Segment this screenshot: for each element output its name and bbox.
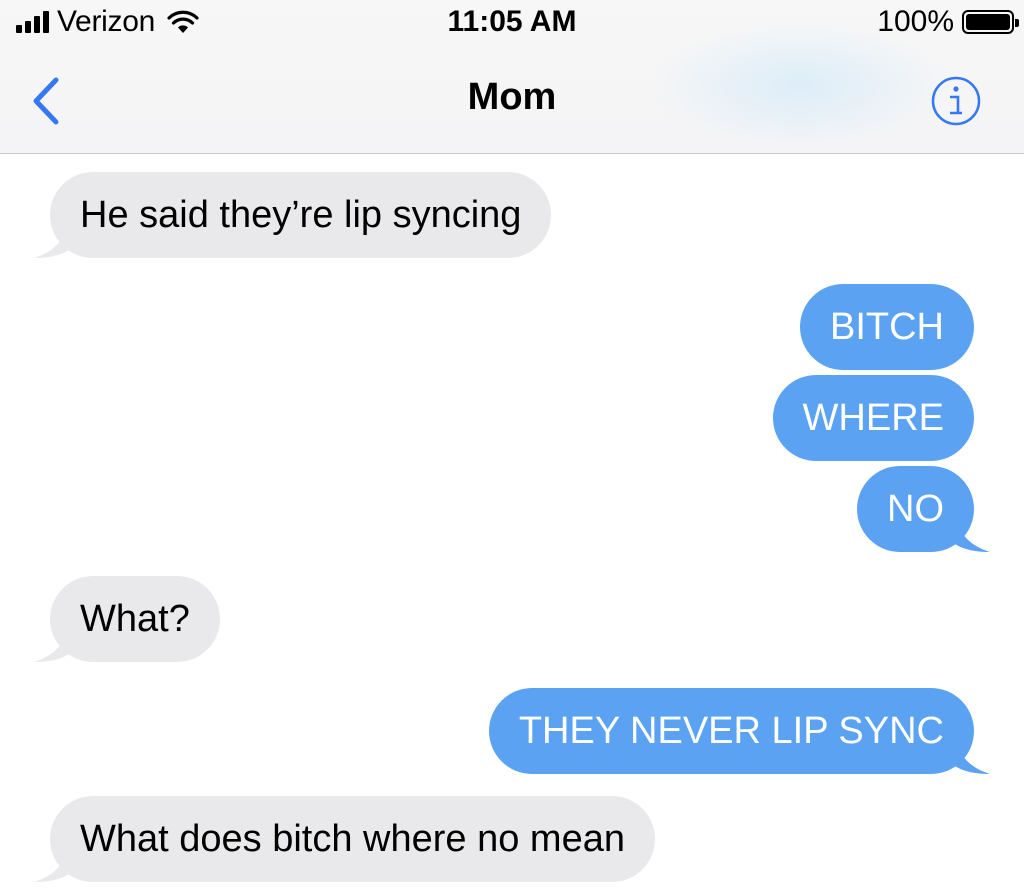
sent-message[interactable]: THEY NEVER LIP SYNC xyxy=(488,688,974,774)
received-message[interactable]: He said they’re lip syncing xyxy=(50,172,552,258)
received-message[interactable]: What does bitch where no mean xyxy=(50,796,655,882)
sent-message[interactable]: WHERE xyxy=(772,375,974,461)
status-right: 100% xyxy=(877,2,1019,42)
message-thread[interactable]: He said they’re lip syncing BITCH WHERE … xyxy=(0,154,1024,889)
sent-message[interactable]: BITCH xyxy=(800,284,974,370)
conversation-title[interactable]: Mom xyxy=(0,76,1024,119)
info-icon[interactable] xyxy=(930,75,982,127)
sent-message[interactable]: NO xyxy=(857,466,974,552)
battery-percentage: 100% xyxy=(877,5,954,38)
battery-icon xyxy=(962,10,1019,34)
received-message[interactable]: What? xyxy=(50,576,220,662)
status-time: 11:05 AM xyxy=(447,5,577,38)
status-bar: Verizon 11:05 AM 100% xyxy=(0,0,1024,44)
